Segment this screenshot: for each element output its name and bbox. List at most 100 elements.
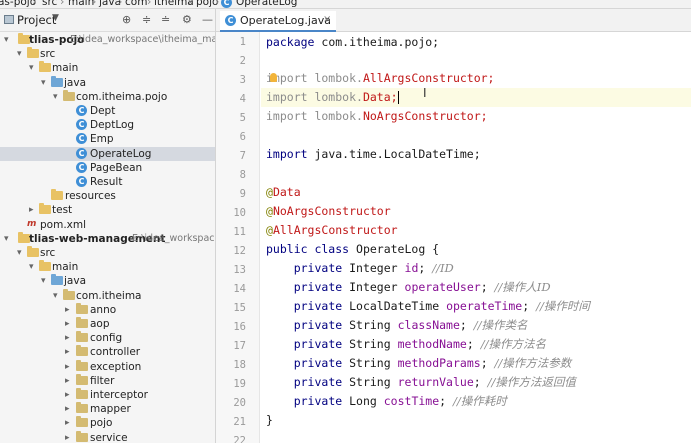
tree-item-deptlog[interactable]: C DeptLog [0,118,215,132]
semicolon: ; [473,375,488,389]
collapse-arrow-icon[interactable]: ▸ [65,360,70,374]
semicolon: ; [418,261,433,275]
chevron-down-icon[interactable]: ▼ [52,13,59,23]
collapse-arrow-icon[interactable]: ▸ [65,303,70,317]
tree-item-test[interactable]: ▸ test [0,203,215,217]
class-icon: C [76,105,87,116]
tree-item-java[interactable]: ▾ java [0,75,215,90]
semicolon: ; [466,337,481,351]
tree-item-mapper[interactable]: ▸ mapper [0,402,215,416]
tree-item-aop[interactable]: ▸ aop [0,317,215,331]
line-comment: //操作方法参数 [494,356,572,370]
tree-item-result[interactable]: C Result [0,175,215,189]
class-icon: C [76,119,87,131]
tree-item-com-itheima[interactable]: ▾ com.itheima [0,288,215,303]
tree-item-exception[interactable]: ▸ exception [0,359,215,374]
tree-item-label: pojo [90,417,113,430]
field-type: String [349,337,391,351]
line-number: 2 [239,55,246,67]
tree-item-controller[interactable]: ▸ controller [0,345,215,359]
tree-item-interceptor[interactable]: ▸ interceptor [0,388,215,402]
expand-arrow-icon[interactable]: ▾ [29,260,34,274]
keyword: private [293,299,343,313]
tree-item-label: anno [90,303,117,316]
tree-item-label: controller [90,346,141,359]
collapse-arrow-icon[interactable]: ▸ [65,317,70,331]
tree-item-com-itheima-pojo[interactable]: ▾ com.itheima.pojo [0,89,215,104]
tree-item-anno[interactable]: ▸ anno [0,302,215,317]
tree-item-label: src [40,48,56,61]
collapse-arrow-icon[interactable]: ▸ [65,374,70,388]
breadcrumb-item[interactable]: main [68,0,94,8]
tree-item-src[interactable]: ▾ src [0,47,215,61]
tree-item-label: main [52,261,79,274]
breadcrumb-separator: › [118,0,123,8]
tree-item-filter[interactable]: ▸ filter [0,373,215,388]
tree-item-label: OperateLog [90,147,152,160]
tree-item-pom-xml[interactable]: m pom.xml [0,218,215,232]
collapse-arrow-icon[interactable]: ▸ [65,431,70,443]
gear-icon[interactable]: ⚙ [182,13,192,26]
line-number: 4 [239,93,246,105]
field-type: Integer [349,261,398,275]
tree-item-emp[interactable]: C Emp [0,132,215,146]
line-number: 19 [233,378,246,390]
collapse-arrow-icon[interactable]: ▸ [65,345,70,359]
expand-arrow-icon[interactable]: ▾ [41,76,46,90]
expand-arrow-icon[interactable]: ▾ [29,61,34,75]
expand-arrow-icon[interactable]: ▾ [17,246,22,260]
collapse-arrow-icon[interactable]: ▸ [65,416,70,430]
close-icon[interactable]: × [323,14,331,25]
breadcrumb-item[interactable]: src [42,0,57,8]
lightbulb-icon[interactable] [270,73,277,82]
expand-arrow-icon[interactable]: ▾ [53,90,58,104]
expand-all-icon[interactable]: ≑ [142,13,151,26]
expand-arrow-icon[interactable]: ▾ [4,232,9,246]
tree-item-label: main [52,62,79,75]
semicolon: ; [480,356,495,370]
tree-item-config[interactable]: ▸ config [0,331,215,345]
tree-item-main[interactable]: ▾ main [0,61,215,75]
expand-arrow-icon[interactable]: ▾ [41,274,46,288]
expand-arrow-icon[interactable]: ▾ [4,33,9,47]
annotation-at: @ [266,204,273,218]
tree-item-resources[interactable]: resources [0,189,215,203]
tree-item-operatelog[interactable]: C OperateLog [0,146,215,161]
annotation-at: @ [266,223,273,237]
breadcrumb-item[interactable]: as-pojo [0,0,36,8]
tree-item-pagebean[interactable]: C PageBean [0,161,215,175]
breadcrumb-item[interactable]: OperateLog [236,0,297,8]
collapse-arrow-icon[interactable]: ▸ [65,388,70,402]
collapse-arrow-icon[interactable]: ▸ [29,203,34,217]
tree-item-pojo[interactable]: ▸ pojo [0,416,215,430]
code-editor[interactable]: package com.itheima.pojo; import lombok.… [261,32,691,443]
locate-icon[interactable]: ⊕ [122,13,131,26]
minimize-icon[interactable]: — [202,13,213,26]
package-icon [76,402,88,414]
tree-item-tlias-pojo[interactable]: ▾tlias-pojoE:\idea_workspace\itheima_mav… [0,33,215,47]
collapse-all-icon[interactable]: ≐ [161,13,170,26]
tree-item-service[interactable]: ▸ service [0,430,215,443]
collapse-arrow-icon[interactable]: ▸ [65,331,70,345]
expand-arrow-icon[interactable]: ▾ [17,47,22,61]
collapse-arrow-icon[interactable]: ▸ [65,402,70,416]
code-line-9: @Data [266,183,301,202]
tab-operatelog-java[interactable]: C OperateLog.java × [220,11,336,32]
tree-item-tlias-web-management[interactable]: ▾tlias-web-managementE:\idea_workspace\i… [0,231,215,246]
expand-arrow-icon[interactable]: ▾ [53,289,58,303]
tree-item-label: PageBean [90,161,143,174]
tree-item-dept[interactable]: C Dept [0,104,215,118]
breadcrumb-item[interactable]: com [125,0,147,8]
line-number: 8 [239,169,246,181]
keyword: public class [266,242,350,256]
line-comment: //操作人ID [494,280,551,294]
tree-item-src[interactable]: ▾ src [0,246,215,260]
tree-item-main[interactable]: ▾ main [0,260,215,274]
tree-item-java[interactable]: ▾ java [0,274,215,288]
project-view-selector[interactable]: Project [17,13,56,27]
line-number: 12 [233,245,246,257]
